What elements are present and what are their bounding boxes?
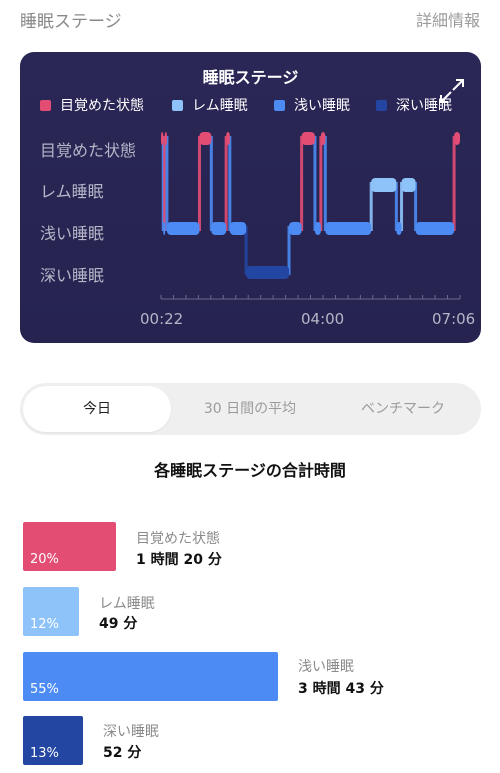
summary-percent: 12% bbox=[30, 617, 59, 632]
stage-segment bbox=[226, 132, 230, 145]
stage-segment bbox=[164, 132, 167, 145]
stage-transition bbox=[323, 136, 327, 231]
stage-segment bbox=[415, 222, 455, 235]
tab-today[interactable]: 今日 bbox=[23, 386, 171, 432]
stage-segment bbox=[289, 222, 302, 235]
summary-value-light: 3 時間 43 分 bbox=[298, 681, 384, 697]
stage-segment bbox=[301, 132, 315, 145]
stage-segment bbox=[166, 222, 200, 235]
stage-segment bbox=[396, 222, 402, 235]
stage-segment bbox=[401, 178, 416, 192]
sleep-stage-hypnogram bbox=[160, 132, 461, 300]
x-tick-start: 00:22 bbox=[140, 310, 184, 328]
stage-transition bbox=[300, 136, 304, 231]
stage-transition bbox=[313, 136, 317, 231]
stage-segment bbox=[199, 132, 212, 145]
summary-percent: 20% bbox=[30, 552, 59, 567]
page-title: 睡眠ステージ bbox=[20, 12, 122, 32]
summary-value-deep: 52 分 bbox=[103, 745, 142, 761]
summary-label-rem: レム睡眠 bbox=[99, 596, 155, 612]
stage-segment bbox=[454, 132, 460, 145]
period-tabs: 今日 30 日間の平均 ベンチマーク bbox=[20, 383, 481, 435]
stage-segment bbox=[320, 132, 326, 145]
stage-transition bbox=[165, 136, 169, 231]
stage-segment bbox=[211, 222, 227, 235]
tab-benchmark[interactable]: ベンチマーク bbox=[328, 383, 478, 435]
summary-value-rem: 49 分 bbox=[99, 616, 138, 632]
stage-transition bbox=[228, 136, 232, 231]
stage-transition bbox=[197, 136, 201, 231]
stage-transition bbox=[209, 136, 213, 231]
summary-percent: 55% bbox=[30, 682, 59, 697]
stage-segment bbox=[246, 266, 290, 279]
summary-title: 各睡眠ステージの合計時間 bbox=[154, 461, 346, 480]
summary-bar-rem: 12% bbox=[23, 587, 79, 636]
summary-bar-deep: 13% bbox=[23, 716, 83, 765]
stage-transition bbox=[452, 136, 456, 231]
tab-30-day-average[interactable]: 30 日間の平均 bbox=[175, 383, 325, 435]
summary-label-deep: 深い睡眠 bbox=[103, 724, 159, 740]
detail-link[interactable]: 詳細情報 bbox=[416, 7, 480, 31]
stage-segment bbox=[163, 222, 166, 235]
stage-segment bbox=[325, 222, 372, 235]
sleep-stage-chart-card: 睡眠ステージ 目覚めた状態 レム睡眠 浅い睡眠 深い睡眠 目覚めた状態 レム睡眠… bbox=[20, 52, 481, 343]
stage-transition bbox=[224, 136, 228, 231]
summary-label-awake: 目覚めた状態 bbox=[136, 531, 220, 547]
summary-label-light: 浅い睡眠 bbox=[298, 659, 354, 675]
stage-segment bbox=[314, 222, 321, 235]
x-tick-end: 07:06 bbox=[432, 310, 476, 328]
stage-transition bbox=[319, 136, 323, 231]
stage-segment bbox=[229, 222, 247, 235]
summary-value-awake: 1 時間 20 分 bbox=[136, 552, 222, 568]
page-header: 睡眠ステージ 詳細情報 bbox=[0, 0, 500, 40]
summary-percent: 13% bbox=[30, 746, 59, 761]
stage-segment bbox=[371, 178, 397, 192]
summary-bar-awake: 20% bbox=[23, 522, 116, 571]
stage-segment bbox=[161, 132, 164, 145]
summary-bar-light: 55% bbox=[23, 652, 278, 701]
x-tick-mid: 04:00 bbox=[301, 310, 345, 328]
